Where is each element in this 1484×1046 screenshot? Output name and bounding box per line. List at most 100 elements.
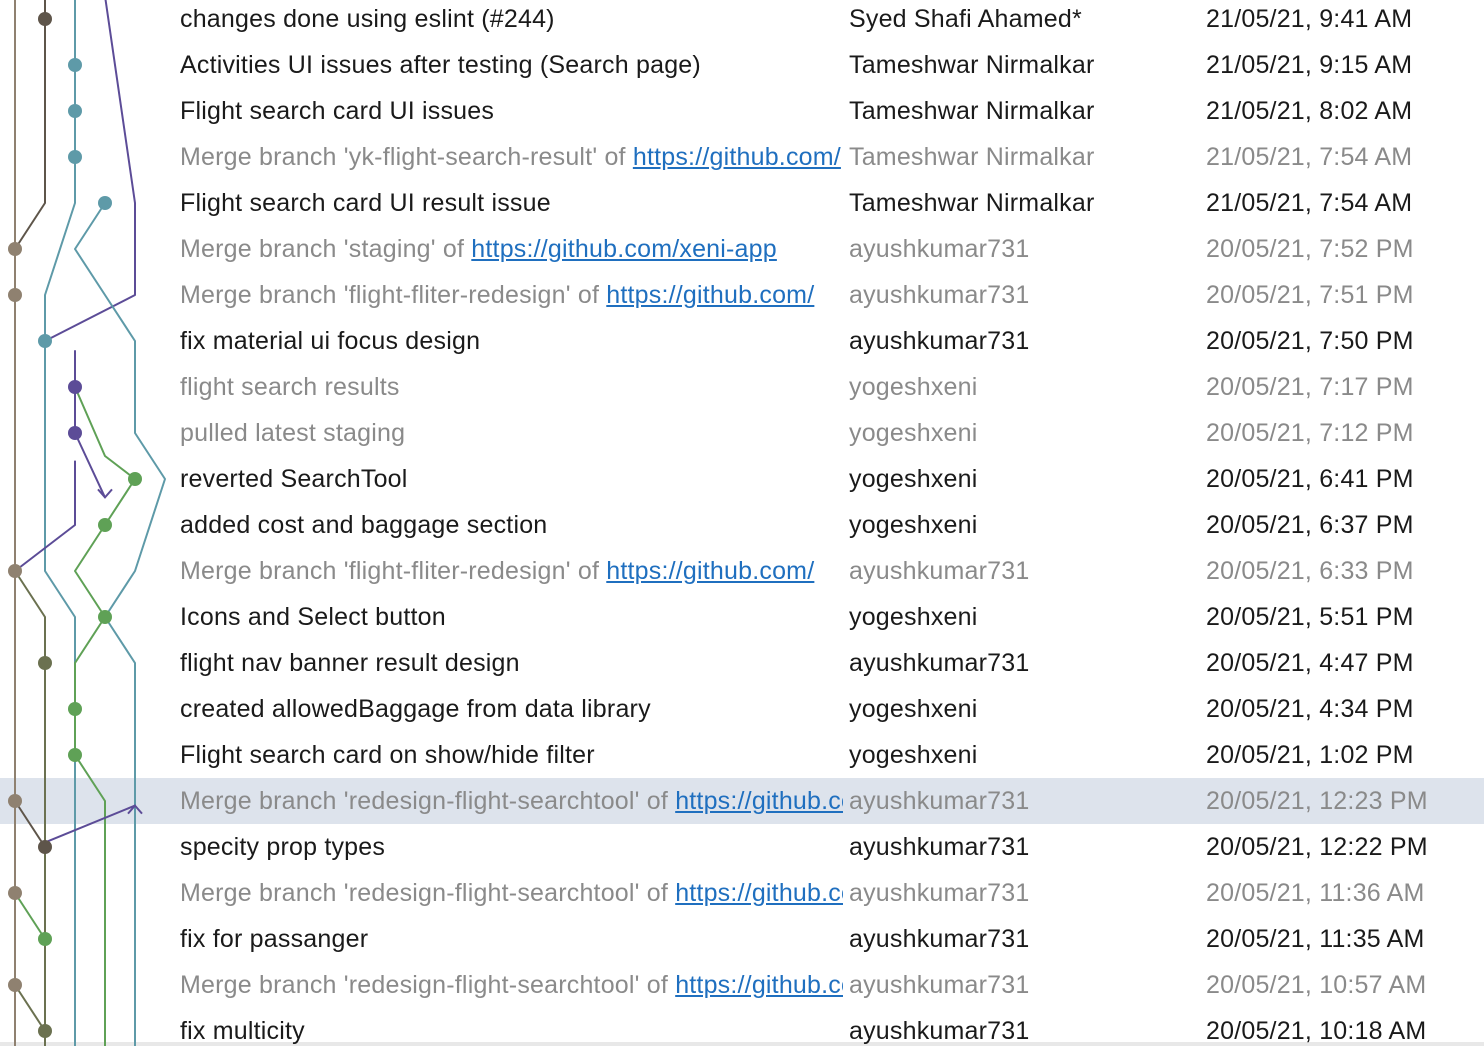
repo-link[interactable]: https://github.com/ xyxy=(633,143,841,171)
commit-node[interactable] xyxy=(68,150,82,164)
commit-node[interactable] xyxy=(38,1024,52,1038)
commit-row[interactable]: Merge branch 'staging' of https://github… xyxy=(0,226,1484,272)
repo-link[interactable]: https://github.com/ xyxy=(675,971,843,999)
commit-row[interactable]: flight search results yogeshxeni 20/05/21,… xyxy=(0,364,1484,410)
commit-row[interactable]: Activities UI issues after testing (Sear… xyxy=(0,42,1484,88)
commit-date: 20/05/21, 5:51 PM xyxy=(1206,603,1414,631)
commit-node[interactable] xyxy=(68,426,82,440)
commit-date: 20/05/21, 12:22 PM xyxy=(1206,833,1428,861)
repo-link[interactable]: https://github.com/ xyxy=(606,557,814,585)
commit-message-text: created allowedBaggage from data library xyxy=(180,695,651,723)
commit-row[interactable]: specity prop types ayushkumar731 20/05/21,… xyxy=(0,824,1484,870)
commit-date: 20/05/21, 12:23 PM xyxy=(1206,787,1428,815)
commit-message-text: Flight search card UI issues xyxy=(180,97,495,125)
commit-message-text: specity prop types xyxy=(180,833,386,861)
commit-author: yogeshxeni xyxy=(849,741,978,769)
commit-row[interactable]: Flight search card UI result issue Tamesh… xyxy=(0,180,1484,226)
commit-row[interactable]: fix material ui focus design ayushkumar73… xyxy=(0,318,1484,364)
commit-row[interactable]: reverted SearchTool yogeshxeni 20/05/21, 6… xyxy=(0,456,1484,502)
commit-row[interactable]: pulled latest staging yogeshxeni 20/05/21,… xyxy=(0,410,1484,456)
commit-node[interactable] xyxy=(98,610,112,624)
commit-author: ayushkumar731 xyxy=(849,281,1030,309)
commit-node[interactable] xyxy=(128,472,142,486)
commit-date: 20/05/21, 4:34 PM xyxy=(1206,695,1414,723)
branch-line xyxy=(74,202,166,1046)
commit-message: Flight search card UI result issue xyxy=(180,180,843,226)
commit-node[interactable] xyxy=(38,932,52,946)
commit-date: 20/05/21, 11:36 AM xyxy=(1206,879,1425,907)
commit-node[interactable] xyxy=(68,380,82,394)
commit-row[interactable]: changes done using eslint (#244) Syed Sha… xyxy=(0,0,1484,42)
commit-node[interactable] xyxy=(38,840,52,854)
commit-message-text: Merge branch 'redesign-flight-searchtool… xyxy=(180,787,676,815)
commit-node[interactable] xyxy=(8,564,22,578)
branch-line xyxy=(14,892,46,940)
commit-date: 21/05/21, 9:41 AM xyxy=(1206,5,1413,33)
branch-line xyxy=(14,984,46,1032)
commit-node[interactable] xyxy=(98,196,112,210)
commit-date: 20/05/21, 10:57 AM xyxy=(1206,971,1427,999)
commit-node[interactable] xyxy=(38,12,52,26)
commit-message-text: pulled latest staging xyxy=(180,419,406,447)
branch-arrow-icon xyxy=(97,488,113,499)
commit-message-text: added cost and baggage section xyxy=(180,511,548,539)
commit-message: fix for passanger xyxy=(180,916,843,962)
repo-link[interactable]: https://github.com/ xyxy=(606,281,814,309)
commit-message: pulled latest staging xyxy=(180,410,843,456)
commit-row[interactable]: created allowedBaggage from data library… xyxy=(0,686,1484,732)
commit-message: Merge branch 'redesign-flight-searchtool… xyxy=(180,778,843,824)
commit-row[interactable]: Merge branch 'flight-fliter-redesign' of… xyxy=(0,272,1484,318)
commit-message-text: flight nav banner result design xyxy=(180,649,520,677)
repo-link[interactable]: https://github.com/ xyxy=(675,787,843,815)
commit-author: ayushkumar731 xyxy=(849,1017,1030,1045)
branch-line xyxy=(44,804,136,844)
commit-message-text: Merge branch 'yk-flight-search-result' o… xyxy=(180,143,633,171)
commit-row[interactable]: Flight search card UI issues Tameshwar Ni… xyxy=(0,88,1484,134)
commit-node[interactable] xyxy=(68,702,82,716)
commit-node[interactable] xyxy=(8,978,22,992)
repo-link[interactable]: https://github.com/ xyxy=(675,879,843,907)
commit-message: Merge branch 'staging' of https://github… xyxy=(180,226,843,272)
commit-node[interactable] xyxy=(38,334,52,348)
commit-row[interactable]: Merge branch 'redesign-flight-searchtool… xyxy=(0,778,1484,824)
commit-row[interactable]: Flight search card on show/hide filter yo… xyxy=(0,732,1484,778)
commit-message: flight nav banner result design xyxy=(180,640,843,686)
commit-row[interactable]: Merge branch 'yk-flight-search-result' o… xyxy=(0,134,1484,180)
commit-date: 20/05/21, 11:35 AM xyxy=(1206,925,1425,953)
commit-message: Merge branch 'flight-fliter-redesign' of… xyxy=(180,548,843,594)
commit-node[interactable] xyxy=(8,288,22,302)
commit-node[interactable] xyxy=(68,104,82,118)
commit-author: yogeshxeni xyxy=(849,603,978,631)
commit-row[interactable]: flight nav banner result design ayushkuma… xyxy=(0,640,1484,686)
commit-row[interactable]: Icons and Select button yogeshxeni 20/05/2… xyxy=(0,594,1484,640)
commit-node[interactable] xyxy=(8,886,22,900)
commit-message: fix multicity xyxy=(180,1008,843,1046)
commit-log: changes done using eslint (#244) Syed Sha… xyxy=(0,0,1484,1046)
repo-link[interactable]: https://github.com/xeni-app xyxy=(471,235,777,263)
commit-message: added cost and baggage section xyxy=(180,502,843,548)
commit-node[interactable] xyxy=(68,748,82,762)
commit-row[interactable]: added cost and baggage section yogeshxeni… xyxy=(0,502,1484,548)
commit-date: 21/05/21, 9:15 AM xyxy=(1206,51,1413,79)
commit-node[interactable] xyxy=(8,794,22,808)
commit-row[interactable]: fix multicity ayushkumar731 20/05/21, 10:1… xyxy=(0,1008,1484,1046)
commit-row[interactable]: Merge branch 'flight-fliter-redesign' of… xyxy=(0,548,1484,594)
commit-author: ayushkumar731 xyxy=(849,879,1030,907)
commit-row[interactable]: Merge branch 'redesign-flight-searchtool… xyxy=(0,962,1484,1008)
commit-message-text: Icons and Select button xyxy=(180,603,446,631)
commit-date: 20/05/21, 10:18 AM xyxy=(1206,1017,1427,1045)
commit-message-text: fix material ui focus design xyxy=(180,327,481,355)
commit-author: Syed Shafi Ahamed* xyxy=(849,5,1082,33)
commit-message-text: changes done using eslint (#244) xyxy=(180,5,555,33)
commit-node[interactable] xyxy=(8,242,22,256)
commit-node[interactable] xyxy=(98,518,112,532)
commit-date: 20/05/21, 7:52 PM xyxy=(1206,235,1414,263)
commit-date: 20/05/21, 7:12 PM xyxy=(1206,419,1414,447)
commit-row[interactable]: Merge branch 'redesign-flight-searchtool… xyxy=(0,870,1484,916)
commit-date: 21/05/21, 8:02 AM xyxy=(1206,97,1413,125)
commit-node[interactable] xyxy=(68,58,82,72)
commit-author: ayushkumar731 xyxy=(849,557,1030,585)
commit-message: specity prop types xyxy=(180,824,843,870)
commit-node[interactable] xyxy=(38,656,52,670)
commit-row[interactable]: fix for passanger ayushkumar731 20/05/21, … xyxy=(0,916,1484,962)
